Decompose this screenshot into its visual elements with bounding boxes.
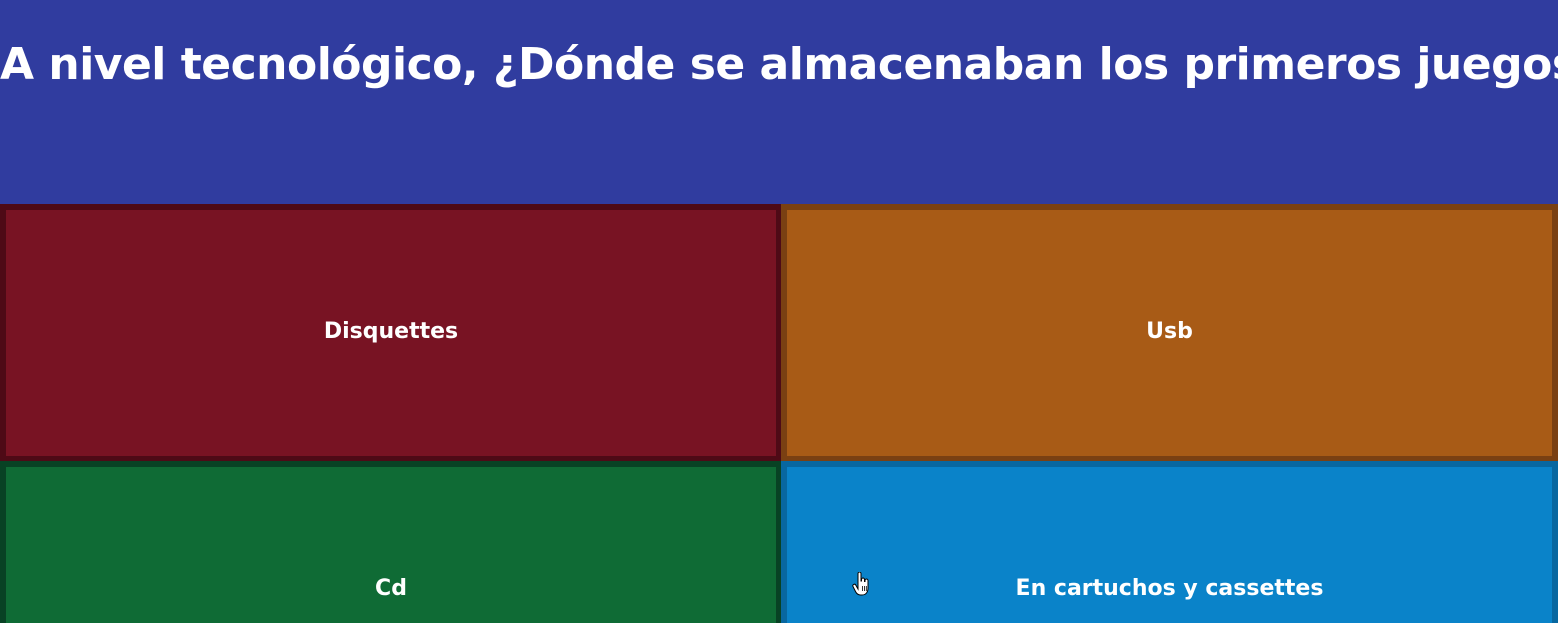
quiz-page: A nivel tecnológico, ¿Dónde se almacenab… (0, 0, 1558, 623)
answer-option-cd[interactable]: Cd (0, 461, 782, 623)
answer-option-cartuchos-cassettes[interactable]: En cartuchos y cassettes (781, 461, 1558, 623)
question-title: A nivel tecnológico, ¿Dónde se almacenab… (0, 39, 1558, 90)
answer-label: Usb (1146, 319, 1193, 344)
question-panel: A nivel tecnológico, ¿Dónde se almacenab… (0, 0, 1558, 204)
answer-option-usb[interactable]: Usb (781, 204, 1558, 462)
answer-label: En cartuchos y cassettes (1015, 576, 1324, 601)
answer-option-disquettes[interactable]: Disquettes (0, 204, 782, 462)
hand-pointer-icon (852, 572, 869, 596)
answer-label: Cd (375, 576, 407, 601)
answer-label: Disquettes (323, 319, 459, 344)
